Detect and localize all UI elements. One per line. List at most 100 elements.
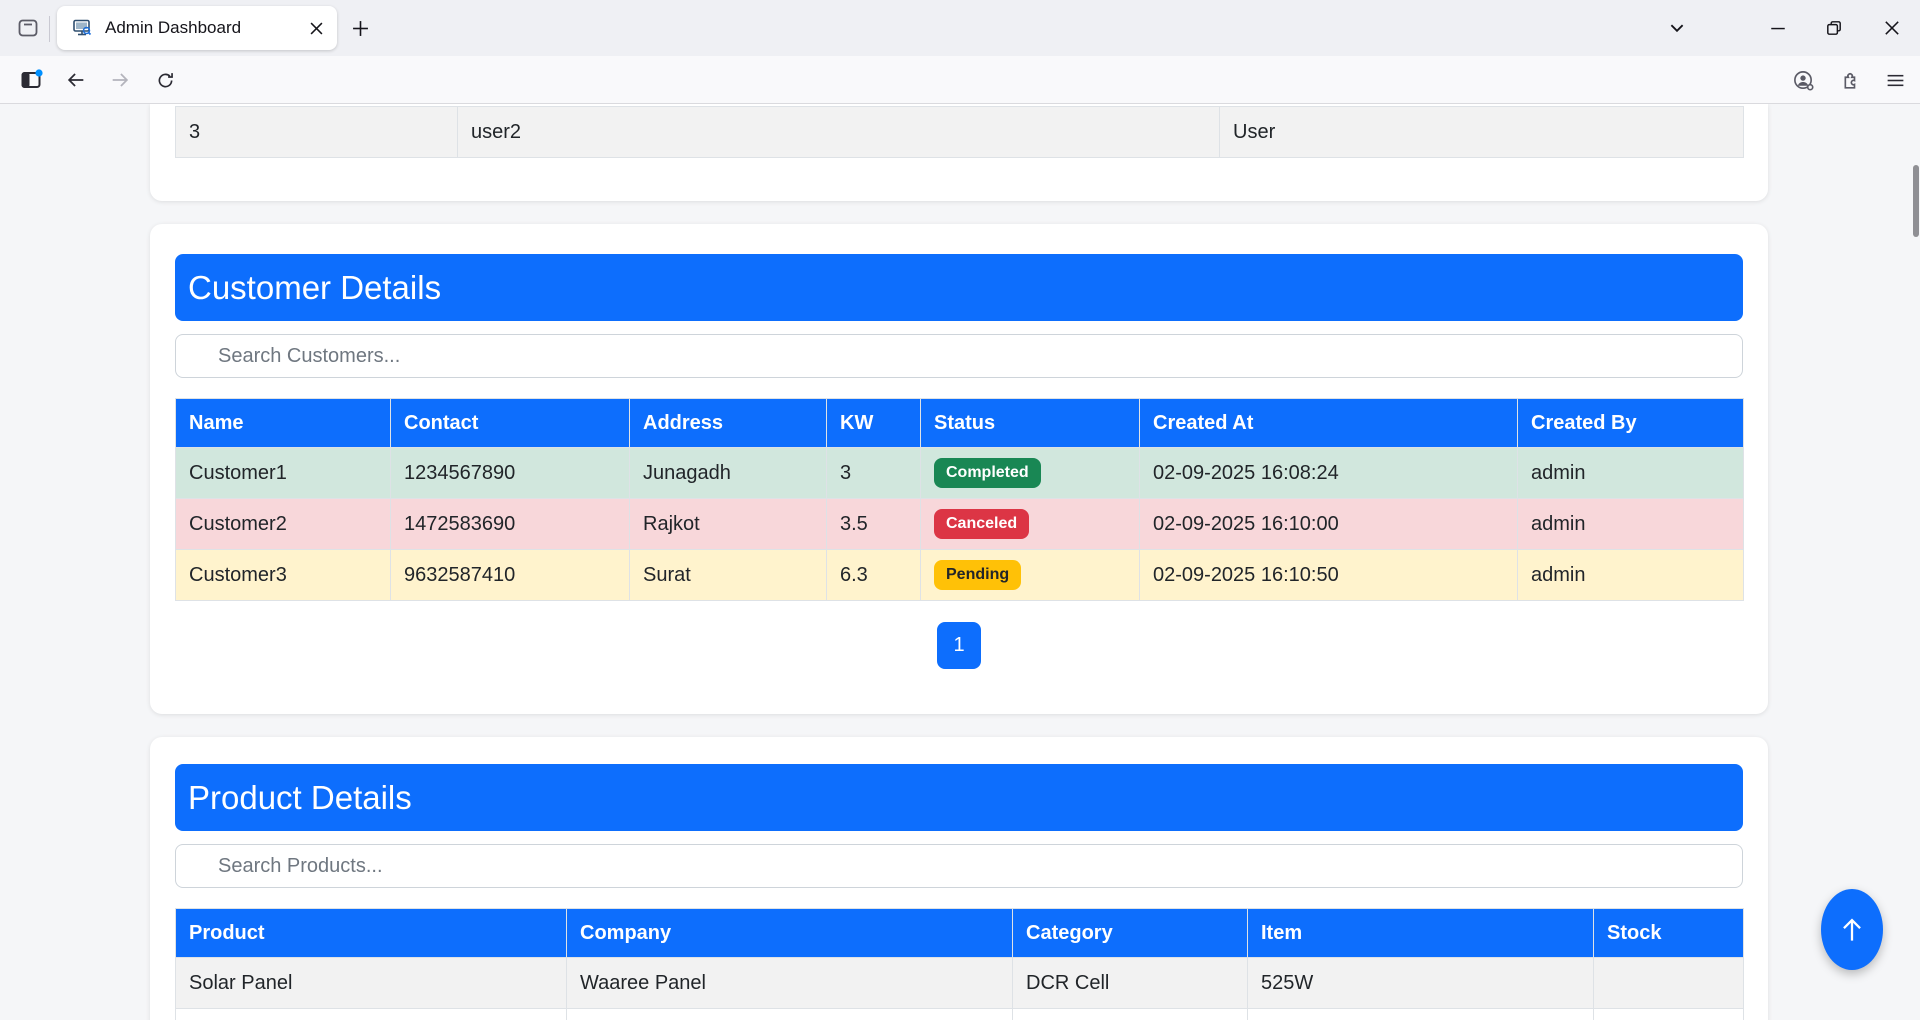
customer-status-cell: Canceled	[921, 499, 1140, 550]
product-row: Solar Panel Waaree Panel DCR Cell 525W	[176, 958, 1744, 1009]
users-card: 3 user2 User	[150, 104, 1768, 201]
customer-row: Customer2 1472583690 Rajkot 3.5 Canceled…	[176, 499, 1744, 550]
customers-table: Name Contact Address KW Status Created A…	[175, 398, 1744, 601]
status-badge: Completed	[934, 458, 1041, 488]
restore-icon	[1825, 19, 1843, 37]
users-table: 3 user2 User	[175, 106, 1744, 158]
pagination-page-1-button[interactable]: 1	[937, 622, 981, 669]
customers-pagination: 1	[150, 622, 1768, 669]
search-customers-input[interactable]	[175, 334, 1743, 378]
forward-button[interactable]	[103, 63, 137, 97]
site-favicon	[71, 17, 93, 39]
puzzle-icon	[1838, 69, 1860, 91]
firefox-view-button[interactable]	[11, 11, 45, 45]
sidebar-toggle-button[interactable]	[14, 63, 48, 97]
customer-row: Customer3 9632587410 Surat 6.3 Pending 0…	[176, 550, 1744, 601]
close-icon	[1883, 19, 1901, 37]
sidebar-icon	[19, 68, 43, 92]
chevron-down-icon	[1668, 19, 1686, 37]
new-tab-button[interactable]	[343, 11, 377, 45]
user-username-cell: user2	[458, 107, 1220, 158]
scroll-to-top-button[interactable]	[1821, 889, 1883, 970]
reload-button[interactable]	[148, 63, 182, 97]
product-details-header: Product Details	[175, 764, 1743, 831]
tab-title: Admin Dashboard	[105, 18, 303, 38]
customer-kw-cell: 6.3	[827, 550, 921, 601]
customer-address-cell: Junagadh	[630, 448, 827, 499]
customer-kw-cell: 3	[827, 448, 921, 499]
vertical-scrollbar[interactable]	[1913, 165, 1919, 237]
column-header: Status	[921, 399, 1140, 448]
hamburger-menu-icon	[1885, 70, 1906, 91]
section-title: Customer Details	[188, 269, 441, 307]
table-row: 3 user2 User	[176, 107, 1744, 158]
customer-created-at-cell: 02-09-2025 16:10:00	[1140, 499, 1518, 550]
product-name-cell: Solar Panel	[176, 958, 567, 1009]
user-role-cell: User	[1220, 107, 1744, 158]
browser-titlebar: Admin Dashboard	[0, 0, 1920, 56]
tab-close-button[interactable]	[303, 15, 329, 41]
column-header: Contact	[391, 399, 630, 448]
customer-name-cell: Customer2	[176, 499, 391, 550]
products-header-row: Product Company Category Item Stock	[176, 909, 1744, 958]
customer-name-cell: Customer1	[176, 448, 391, 499]
product-row	[176, 1009, 1744, 1020]
account-icon	[1792, 69, 1815, 92]
customers-header-row: Name Contact Address KW Status Created A…	[176, 399, 1744, 448]
column-header: KW	[827, 399, 921, 448]
forward-arrow-icon	[109, 69, 131, 91]
customer-contact-cell: 1234567890	[391, 448, 630, 499]
close-icon	[310, 22, 323, 35]
customer-created-at-cell: 02-09-2025 16:10:50	[1140, 550, 1518, 601]
customer-contact-cell: 1472583690	[391, 499, 630, 550]
tab-admin-dashboard[interactable]: Admin Dashboard	[57, 6, 337, 50]
window-close-button[interactable]	[1875, 11, 1909, 45]
product-company-cell: Waaree Panel	[567, 958, 1013, 1009]
customer-address-cell: Rajkot	[630, 499, 827, 550]
product-item-cell: 525W	[1248, 958, 1594, 1009]
products-table: Product Company Category Item Stock Sola…	[175, 908, 1744, 1020]
column-header: Item	[1248, 909, 1594, 958]
customer-name-cell: Customer3	[176, 550, 391, 601]
browser-toolbar: http://localhost/Final Projects/Qualitud…	[0, 56, 1920, 104]
minimize-icon	[1769, 19, 1787, 37]
customer-created-by-cell: admin	[1518, 448, 1744, 499]
status-badge: Canceled	[934, 509, 1029, 539]
customer-created-by-cell: admin	[1518, 550, 1744, 601]
customer-row: Customer1 1234567890 Junagadh 3 Complete…	[176, 448, 1744, 499]
product-stock-cell	[1594, 958, 1744, 1009]
column-header: Stock	[1594, 909, 1744, 958]
column-header: Created By	[1518, 399, 1744, 448]
customer-created-by-cell: admin	[1518, 499, 1744, 550]
user-id-cell: 3	[176, 107, 458, 158]
account-button[interactable]	[1786, 63, 1820, 97]
column-header: Address	[630, 399, 827, 448]
customer-contact-cell: 9632587410	[391, 550, 630, 601]
column-header: Created At	[1140, 399, 1518, 448]
plus-icon	[352, 20, 369, 37]
status-badge: Pending	[934, 560, 1021, 590]
menu-button[interactable]	[1878, 63, 1912, 97]
firefox-view-icon	[16, 16, 40, 40]
customer-kw-cell: 3.5	[827, 499, 921, 550]
extensions-button[interactable]	[1832, 63, 1866, 97]
arrow-up-icon	[1835, 913, 1869, 947]
back-button[interactable]	[59, 63, 93, 97]
column-header: Name	[176, 399, 391, 448]
customer-details-header: Customer Details	[175, 254, 1743, 321]
window-restore-button[interactable]	[1817, 11, 1851, 45]
column-header: Product	[176, 909, 567, 958]
customer-status-cell: Pending	[921, 550, 1140, 601]
reload-icon	[155, 70, 176, 91]
page-content: 3 user2 User Customer Details Name Conta…	[0, 104, 1920, 1020]
back-arrow-icon	[65, 69, 87, 91]
window-minimize-button[interactable]	[1761, 11, 1795, 45]
search-products-input[interactable]	[175, 844, 1743, 888]
customer-status-cell: Completed	[921, 448, 1140, 499]
list-all-tabs-button[interactable]	[1660, 11, 1694, 45]
tabbar-divider	[49, 16, 50, 42]
column-header: Category	[1013, 909, 1248, 958]
customer-address-cell: Surat	[630, 550, 827, 601]
product-details-card: Product Details Product Company Category…	[150, 737, 1768, 1020]
customer-details-card: Customer Details Name Contact Address KW…	[150, 224, 1768, 714]
